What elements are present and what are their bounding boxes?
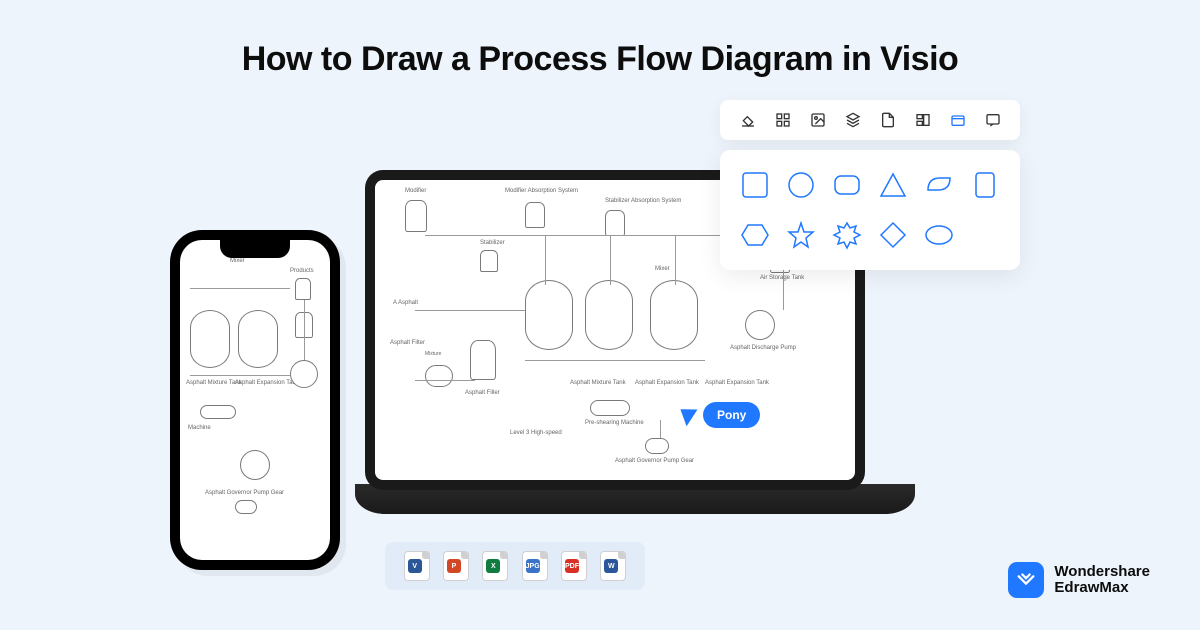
shape-square[interactable] [740, 170, 770, 200]
phone-mockup: Mixer Products Asphalt Mixture Tank Asph… [170, 230, 340, 570]
brand-text: Wondershare EdrawMax [1054, 564, 1150, 597]
flow-label: Asphalt Expansion Tank [705, 380, 769, 386]
flow-label: Asphalt Filler [465, 390, 500, 396]
flow-label: Modifier [405, 188, 426, 194]
file-pdf[interactable]: PDF [561, 551, 587, 581]
flow-label: Asphalt Discharge Pump [730, 345, 796, 351]
cursor-label: Pony [703, 402, 760, 428]
flow-label: Asphalt Governor Pump Gear [205, 490, 284, 496]
shape-circle[interactable] [786, 170, 816, 200]
shape-burst[interactable] [832, 220, 862, 250]
shape-rounded-rect[interactable] [832, 170, 862, 200]
shape-palette [720, 150, 1020, 270]
page-icon[interactable] [879, 111, 897, 129]
collab-cursor: Pony [683, 402, 760, 428]
flow-label: Asphalt Expansion Tank [635, 380, 699, 386]
shape-rect-vertical[interactable] [970, 170, 1000, 200]
flow-label: Machine [188, 425, 211, 431]
flow-label: Asphalt Mixture Tank [186, 380, 242, 386]
flow-label: Pre-shearing Machine [585, 420, 644, 426]
file-jpg[interactable]: JPG [522, 551, 548, 581]
phone-screen: Mixer Products Asphalt Mixture Tank Asph… [180, 240, 330, 560]
image-icon[interactable] [809, 111, 827, 129]
file-visio[interactable]: V [404, 551, 430, 581]
brand-footer: Wondershare EdrawMax [1008, 562, 1150, 598]
flow-label: Mixer [230, 258, 245, 264]
export-formats: V P X JPG PDF W [385, 542, 645, 590]
layers-icon[interactable] [844, 111, 862, 129]
flow-label: Asphalt Governor Pump Gear [615, 458, 694, 464]
tool-toolbar [720, 100, 1020, 140]
flow-diagram-phone: Mixer Products Asphalt Mixture Tank Asph… [180, 240, 330, 560]
shape-leaf[interactable] [924, 170, 954, 200]
shape-triangle[interactable] [878, 170, 908, 200]
file-ppt[interactable]: P [443, 551, 469, 581]
brand-logo-icon [1008, 562, 1044, 598]
grid-icon[interactable] [774, 111, 792, 129]
page-title: How to Draw a Process Flow Diagram in Vi… [0, 40, 1200, 79]
flow-label: Asphalt Expansion Tank [235, 380, 299, 386]
flow-label: Asphalt Filter [390, 340, 425, 346]
file-excel[interactable]: X [482, 551, 508, 581]
flow-label: A Asphalt [393, 300, 418, 306]
container-icon[interactable] [949, 111, 967, 129]
comment-icon[interactable] [984, 111, 1002, 129]
flow-label: Mixer [655, 266, 670, 272]
shape-star[interactable] [786, 220, 816, 250]
shape-hexagon[interactable] [740, 220, 770, 250]
flow-label: Modifier Absorption System [505, 188, 578, 194]
flow-label: Level 3 High-speed [510, 430, 562, 436]
flow-label: Stabilizer [480, 240, 505, 246]
cursor-arrow-icon [680, 404, 701, 426]
flow-label: Asphalt Mixture Tank [570, 380, 626, 386]
flow-label: Products [290, 268, 314, 274]
flow-label: Stabilizer Absorption System [605, 198, 681, 204]
shape-ellipse[interactable] [924, 220, 954, 250]
phone-notch [220, 240, 290, 258]
fill-icon[interactable] [739, 111, 757, 129]
align-icon[interactable] [914, 111, 932, 129]
shape-diamond[interactable] [878, 220, 908, 250]
file-word[interactable]: W [600, 551, 626, 581]
